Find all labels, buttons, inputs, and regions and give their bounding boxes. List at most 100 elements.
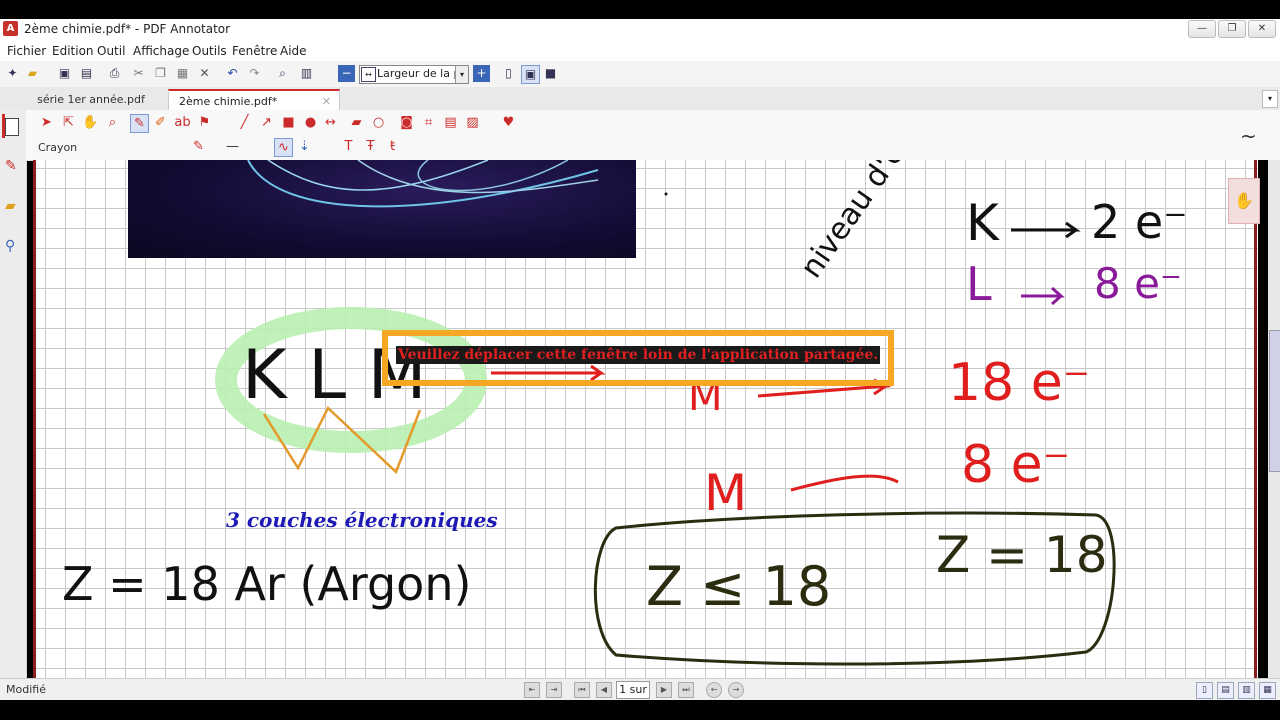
menu-edition[interactable]: Edition xyxy=(52,44,94,58)
menu-affichage[interactable]: Affichage xyxy=(133,44,189,58)
screen-share-notice-text: Veuillez déplacer cette fenêtre loin de … xyxy=(396,346,881,364)
menu-fichier[interactable]: Fichier xyxy=(7,44,46,58)
hand-pan-icon[interactable]: ✋ xyxy=(1228,178,1260,224)
undo-icon[interactable]: ↶ xyxy=(224,65,241,82)
save-icon[interactable]: ▣ xyxy=(56,65,73,82)
menu-fenetre[interactable]: Fenêtre xyxy=(232,44,277,58)
page-forward-icon[interactable]: ⇥ xyxy=(546,682,562,698)
minimize-button[interactable]: — xyxy=(1188,20,1216,38)
camera-icon[interactable]: ◙ xyxy=(398,114,415,131)
previous-page-icon[interactable]: ◀ xyxy=(596,682,612,698)
stroke-preview-icon: ~ xyxy=(1240,124,1257,148)
lasso-icon[interactable]: ○ xyxy=(370,114,387,131)
last-page-icon[interactable]: ⏭ xyxy=(678,682,694,698)
font-t-strike-icon[interactable]: ŧ xyxy=(384,138,401,155)
tab-label: 2ème chimie.pdf* xyxy=(179,95,278,108)
eraser-icon[interactable]: ▰ xyxy=(348,114,365,131)
left-sidebar: ✎ ▰ ⚲ xyxy=(0,110,27,678)
chevron-down-icon[interactable]: ▾ xyxy=(455,66,468,83)
stamp-icon[interactable]: ⚑ xyxy=(196,114,213,131)
delete-icon[interactable]: ✕ xyxy=(196,65,213,82)
pdf-page[interactable]: K L M M 18 e⁻ M 8 e⁻ K 2 e⁻ L 8 e⁻ nivea… xyxy=(36,160,1258,678)
rectangle-icon[interactable]: ■ xyxy=(280,114,297,131)
page-back-icon[interactable]: ⇤ xyxy=(524,682,540,698)
view-two-continuous-icon[interactable]: ▦ xyxy=(1259,682,1276,699)
zoom-select[interactable]: ↔ Largeur de la pa ▾ xyxy=(359,65,469,84)
highlighter-icon[interactable]: ✐ xyxy=(152,114,169,131)
line-icon[interactable]: ╱ xyxy=(236,114,253,131)
folder-icon[interactable]: ▰ xyxy=(5,198,16,214)
tab-list-button[interactable]: ▾ xyxy=(1262,90,1278,108)
new-document-icon[interactable]: ✦ xyxy=(4,65,21,82)
zoom-value: Largeur de la pa xyxy=(377,67,468,80)
first-page-icon[interactable]: ⏮ xyxy=(574,682,590,698)
zoom-out-icon[interactable]: − xyxy=(338,65,355,82)
open-folder-icon[interactable]: ▰ xyxy=(24,65,41,82)
typed-text-annotation[interactable]: 3 couches électroniques xyxy=(226,508,498,532)
smooth-line-icon[interactable]: ∿ xyxy=(274,138,293,157)
status-bar: Modifié ⇤ ⇥ ⏮ ◀ 1 sur 1 ▶ ⏭ ← → ▯ ▤ ▥ ▦ xyxy=(0,678,1280,712)
fullscreen-icon[interactable]: ■ xyxy=(542,65,559,82)
page-indicator[interactable]: 1 sur 1 xyxy=(616,681,650,712)
page-border-right xyxy=(1254,160,1257,678)
close-icon[interactable]: ✕ xyxy=(322,91,331,112)
ruler-icon[interactable]: ▤ xyxy=(442,114,459,131)
select-arrow-icon[interactable]: ➤ xyxy=(38,114,55,131)
history-forward-icon[interactable]: → xyxy=(728,682,744,698)
z-le-18: Z ≤ 18 xyxy=(646,555,831,618)
fit-page-icon[interactable]: ▣ xyxy=(521,65,540,84)
find-icon[interactable]: ⌕ xyxy=(274,65,291,82)
select-text-icon[interactable]: ⇱ xyxy=(60,114,77,131)
crop-icon[interactable]: ⌗ xyxy=(420,114,437,131)
redo-icon[interactable]: ↷ xyxy=(246,65,263,82)
copy-icon[interactable]: ❐ xyxy=(152,65,169,82)
zoom-in-icon[interactable]: + xyxy=(473,65,490,82)
pen-color-icon[interactable]: ✎ xyxy=(190,138,207,155)
zoom-tool-icon[interactable]: ⌕ xyxy=(104,114,121,131)
ellipse-icon[interactable]: ● xyxy=(302,114,319,131)
text-box-icon[interactable]: ab xyxy=(174,114,191,131)
view-continuous-icon[interactable]: ▤ xyxy=(1217,682,1234,699)
pen-icon[interactable]: ✎ xyxy=(5,158,17,174)
page-thumbnail-icon[interactable] xyxy=(5,118,19,136)
tab-serie-1er-annee[interactable]: série 1er année.pdf xyxy=(0,89,182,110)
menu-outil[interactable]: Outil xyxy=(97,44,125,58)
menu-bar: Fichier Edition Outil Affichage Outils F… xyxy=(0,41,1280,61)
pen-preview-panel: ~ xyxy=(1230,110,1280,160)
page-layout-icon[interactable]: ▥ xyxy=(298,65,315,82)
two-e: 2 e⁻ xyxy=(1091,195,1187,249)
attachment-icon[interactable]: ⚲ xyxy=(5,238,15,254)
image-icon[interactable]: ▨ xyxy=(464,114,481,131)
eight-e: 8 e⁻ xyxy=(961,435,1070,495)
pencil-tool-icon[interactable]: ✎ xyxy=(130,114,149,133)
view-single-icon[interactable]: ▯ xyxy=(1196,682,1213,699)
z-eq-18: Z = 18 xyxy=(936,526,1108,584)
line-width-icon[interactable]: — xyxy=(224,138,241,155)
favorites-heart-icon[interactable]: ♥ xyxy=(500,114,517,131)
next-page-icon[interactable]: ▶ xyxy=(656,682,672,698)
scrollbar-thumb[interactable] xyxy=(1269,330,1280,472)
print-icon[interactable]: ⎙ xyxy=(106,65,123,82)
arrow-line-icon[interactable]: ↗ xyxy=(258,114,275,131)
menu-aide[interactable]: Aide xyxy=(280,44,307,58)
view-two-page-icon[interactable]: ▥ xyxy=(1238,682,1255,699)
paste-icon[interactable]: ▦ xyxy=(174,65,191,82)
history-back-icon[interactable]: ← xyxy=(706,682,722,698)
single-page-icon[interactable]: ▯ xyxy=(500,65,517,82)
pressure-icon[interactable]: ⇣ xyxy=(296,138,313,155)
fit-width-icon: ↔ xyxy=(361,67,376,82)
tab-2eme-chimie[interactable]: 2ème chimie.pdf* ✕ xyxy=(168,89,340,112)
menu-outils[interactable]: Outils xyxy=(192,44,227,58)
annotation-toolbar: ➤ ⇱ ✋ ⌕ ✎ ✐ ab ⚑ ╱ ↗ ■ ● ↔ ▰ ○ ◙ ⌗ ▤ ▨ ♥… xyxy=(26,110,1256,161)
font-t-tilde-icon[interactable]: Ŧ xyxy=(362,138,379,155)
measure-icon[interactable]: ↔ xyxy=(322,114,339,131)
font-t-icon[interactable]: T xyxy=(340,138,357,155)
screen-share-notice: Veuillez déplacer cette fenêtre loin de … xyxy=(382,330,894,386)
maximize-button[interactable]: ❐ xyxy=(1218,20,1246,38)
cut-icon[interactable]: ✂ xyxy=(130,65,147,82)
hand-icon[interactable]: ✋ xyxy=(82,114,99,131)
save-as-icon[interactable]: ▤ xyxy=(78,65,95,82)
close-button[interactable]: ✕ xyxy=(1248,20,1276,38)
niveau-energie: niveau d'énergie xyxy=(794,160,967,285)
red-arrow-3 xyxy=(790,474,899,492)
